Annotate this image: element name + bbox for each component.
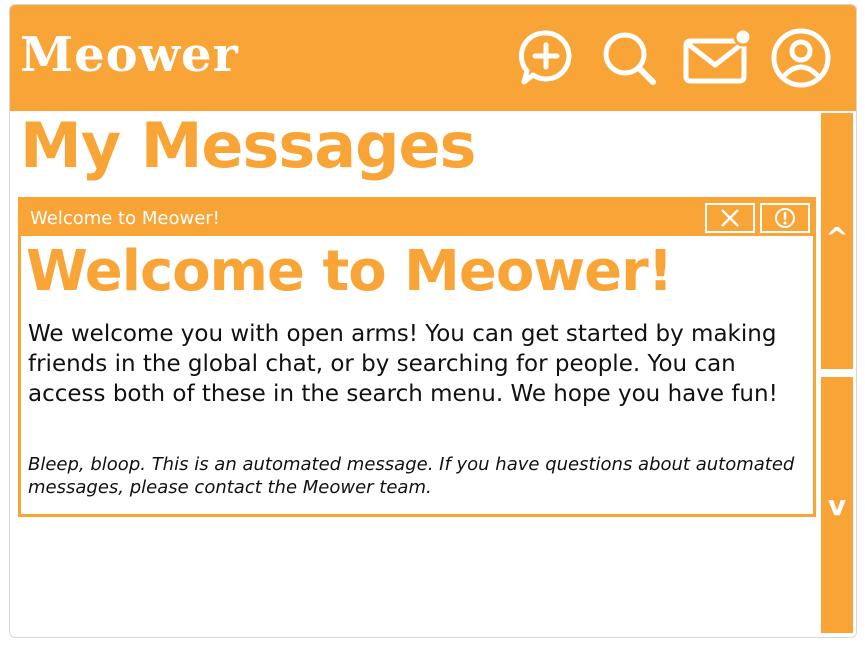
search-icon[interactable] <box>598 27 660 89</box>
scroll-up-button[interactable]: ^ <box>821 113 853 369</box>
close-button[interactable] <box>705 203 755 233</box>
message-body: We welcome you with open arms! You can g… <box>28 321 778 407</box>
new-post-icon[interactable] <box>515 27 577 89</box>
automated-note: Bleep, bloop. This is an automated messa… <box>28 454 795 498</box>
message-card: Welcome to Meower! Welcome to Meower! We… <box>18 197 816 517</box>
alert-icon <box>775 208 795 228</box>
page-title: My Messages <box>20 109 476 182</box>
message-bar-title: Welcome to Meower! <box>30 208 220 229</box>
profile-icon[interactable] <box>770 27 832 89</box>
message-heading: Welcome to Meower! <box>26 239 673 304</box>
scroll-down-button[interactable]: v <box>821 377 853 633</box>
scroll-down-label: v <box>827 489 847 522</box>
app-window: Meower My Messages Welcome to Meower! We… <box>9 4 857 638</box>
header-bar: Meower <box>10 5 856 111</box>
mail-icon[interactable] <box>682 27 752 89</box>
report-button[interactable] <box>760 203 810 233</box>
scroll-up-label: ^ <box>825 221 849 254</box>
message-title-bar: Welcome to Meower! <box>21 200 813 236</box>
meower-logo[interactable]: Meower <box>20 31 239 79</box>
close-icon <box>721 209 739 227</box>
